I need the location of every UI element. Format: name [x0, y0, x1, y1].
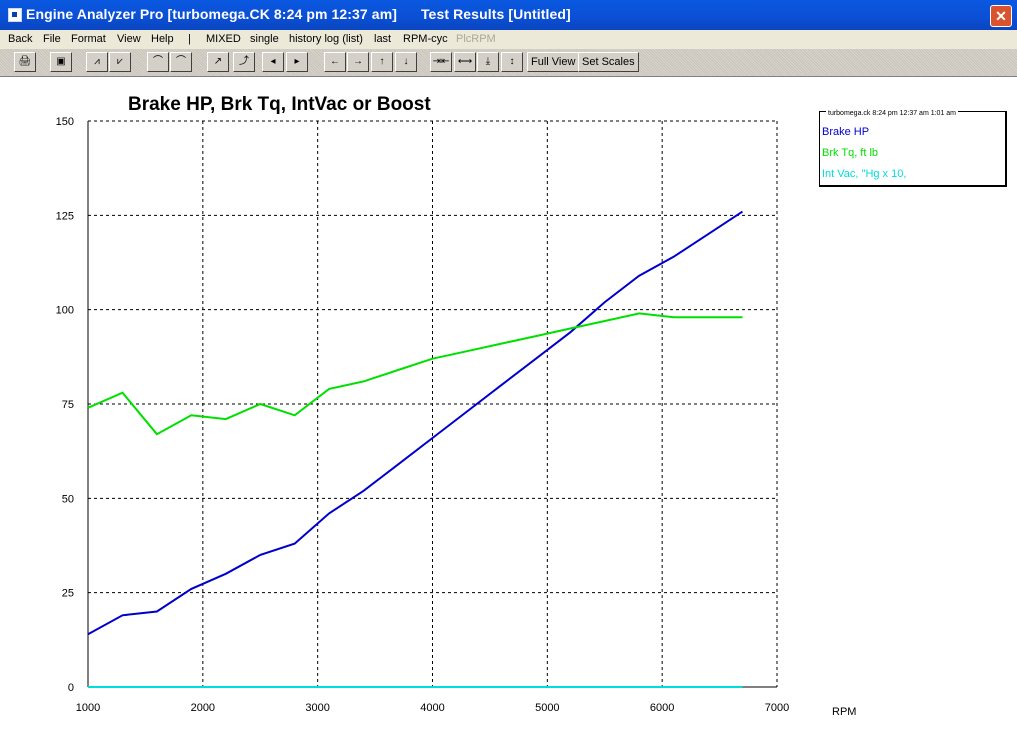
next-icon[interactable]: ▸ — [286, 52, 308, 72]
x-tick-label: 2000 — [191, 702, 215, 714]
expand-vertical-icon[interactable]: ↕ — [501, 52, 523, 72]
expand-horizontal-icon[interactable]: ⟷ — [454, 52, 476, 72]
legend-item-int-vac: Int Vac, "Hg x 10, — [822, 168, 907, 180]
series-line-0 — [87, 210, 744, 636]
x-tick-label: 5000 — [535, 702, 559, 714]
graph-2-icon[interactable]: ⤴ — [233, 52, 255, 72]
menu-view[interactable]: View — [117, 33, 141, 45]
y-tick-label: 75 — [62, 399, 74, 411]
y-tick-label: 50 — [62, 493, 74, 505]
menu-format[interactable]: Format — [71, 33, 106, 45]
chart-2-icon[interactable]: ⩗ — [109, 52, 131, 72]
x-axis-label: RPM — [832, 706, 856, 718]
chart-title: Brake HP, Brk Tq, IntVac or Boost — [128, 94, 431, 115]
menu-file[interactable]: File — [43, 33, 61, 45]
y-tick-label: 125 — [56, 210, 74, 222]
legend: turbomega.ck 8:24 pm 12:37 am 1:01 am Br… — [819, 110, 1007, 187]
arrow-right-icon[interactable]: → — [347, 52, 369, 72]
menu-last[interactable]: last — [374, 33, 391, 45]
menu-plcrpm: PlcRPM — [456, 33, 496, 45]
curve-2-icon[interactable]: ⌒ — [170, 52, 192, 72]
toolbar: 🖨 ▣ ⩘ ⩗ ⌒ ⌒ ↗ ⤴ ◂ ▸ ← → ↑ ↓ ⇥⇤ ⟷ ⤓ ↕ Ful… — [0, 49, 1017, 77]
menu-back[interactable]: Back — [8, 33, 32, 45]
series-line-1 — [87, 312, 743, 436]
menu-mixed[interactable]: MIXED — [206, 33, 241, 45]
y-tick-label: 100 — [56, 305, 74, 317]
menu-help[interactable]: Help — [151, 33, 174, 45]
shrink-horizontal-icon[interactable]: ⇥⇤ — [430, 52, 452, 72]
menu-separator: | — [188, 33, 191, 45]
x-tick-label: 6000 — [650, 702, 674, 714]
full-view-button[interactable]: Full View — [527, 52, 580, 72]
arrow-up-icon[interactable]: ↑ — [371, 52, 393, 72]
app-icon[interactable] — [8, 8, 22, 22]
y-tick-label: 25 — [62, 588, 74, 600]
save-icon[interactable]: ▣ — [50, 52, 72, 72]
menu-bar: Back File Format View Help | MIXED singl… — [0, 30, 1017, 49]
shrink-vertical-icon[interactable]: ⤓ — [477, 52, 499, 72]
x-tick-label: 7000 — [765, 702, 789, 714]
print-icon[interactable]: 🖨 — [14, 52, 36, 72]
y-tick-label: 150 — [56, 116, 74, 128]
close-button[interactable]: ✕ — [990, 5, 1012, 27]
menu-single[interactable]: single — [250, 33, 279, 45]
y-tick-label: 0 — [68, 682, 74, 694]
x-tick-label: 3000 — [305, 702, 329, 714]
title-bar: Engine Analyzer Pro [turbomega.CK 8:24 p… — [0, 0, 1017, 30]
graph-icon[interactable]: ↗ — [207, 52, 229, 72]
prev-icon[interactable]: ◂ — [262, 52, 284, 72]
menu-rpm-cyc[interactable]: RPM-cyc — [403, 33, 448, 45]
x-tick-label: 4000 — [420, 702, 444, 714]
set-scales-button[interactable]: Set Scales — [578, 52, 639, 72]
legend-item-brk-tq: Brk Tq, ft lb — [822, 147, 879, 159]
legend-item-brake-hp: Brake HP — [822, 126, 870, 138]
window-title: Engine Analyzer Pro [turbomega.CK 8:24 p… — [26, 6, 571, 22]
arrow-left-icon[interactable]: ← — [324, 52, 346, 72]
x-tick-label: 1000 — [76, 702, 100, 714]
curve-icon[interactable]: ⌒ — [147, 52, 169, 72]
menu-history-log[interactable]: history log (list) — [289, 33, 363, 45]
chart-icon[interactable]: ⩘ — [86, 52, 108, 72]
legend-header: turbomega.ck 8:24 pm 12:37 am 1:01 am — [826, 110, 959, 117]
arrow-down-icon[interactable]: ↓ — [395, 52, 417, 72]
